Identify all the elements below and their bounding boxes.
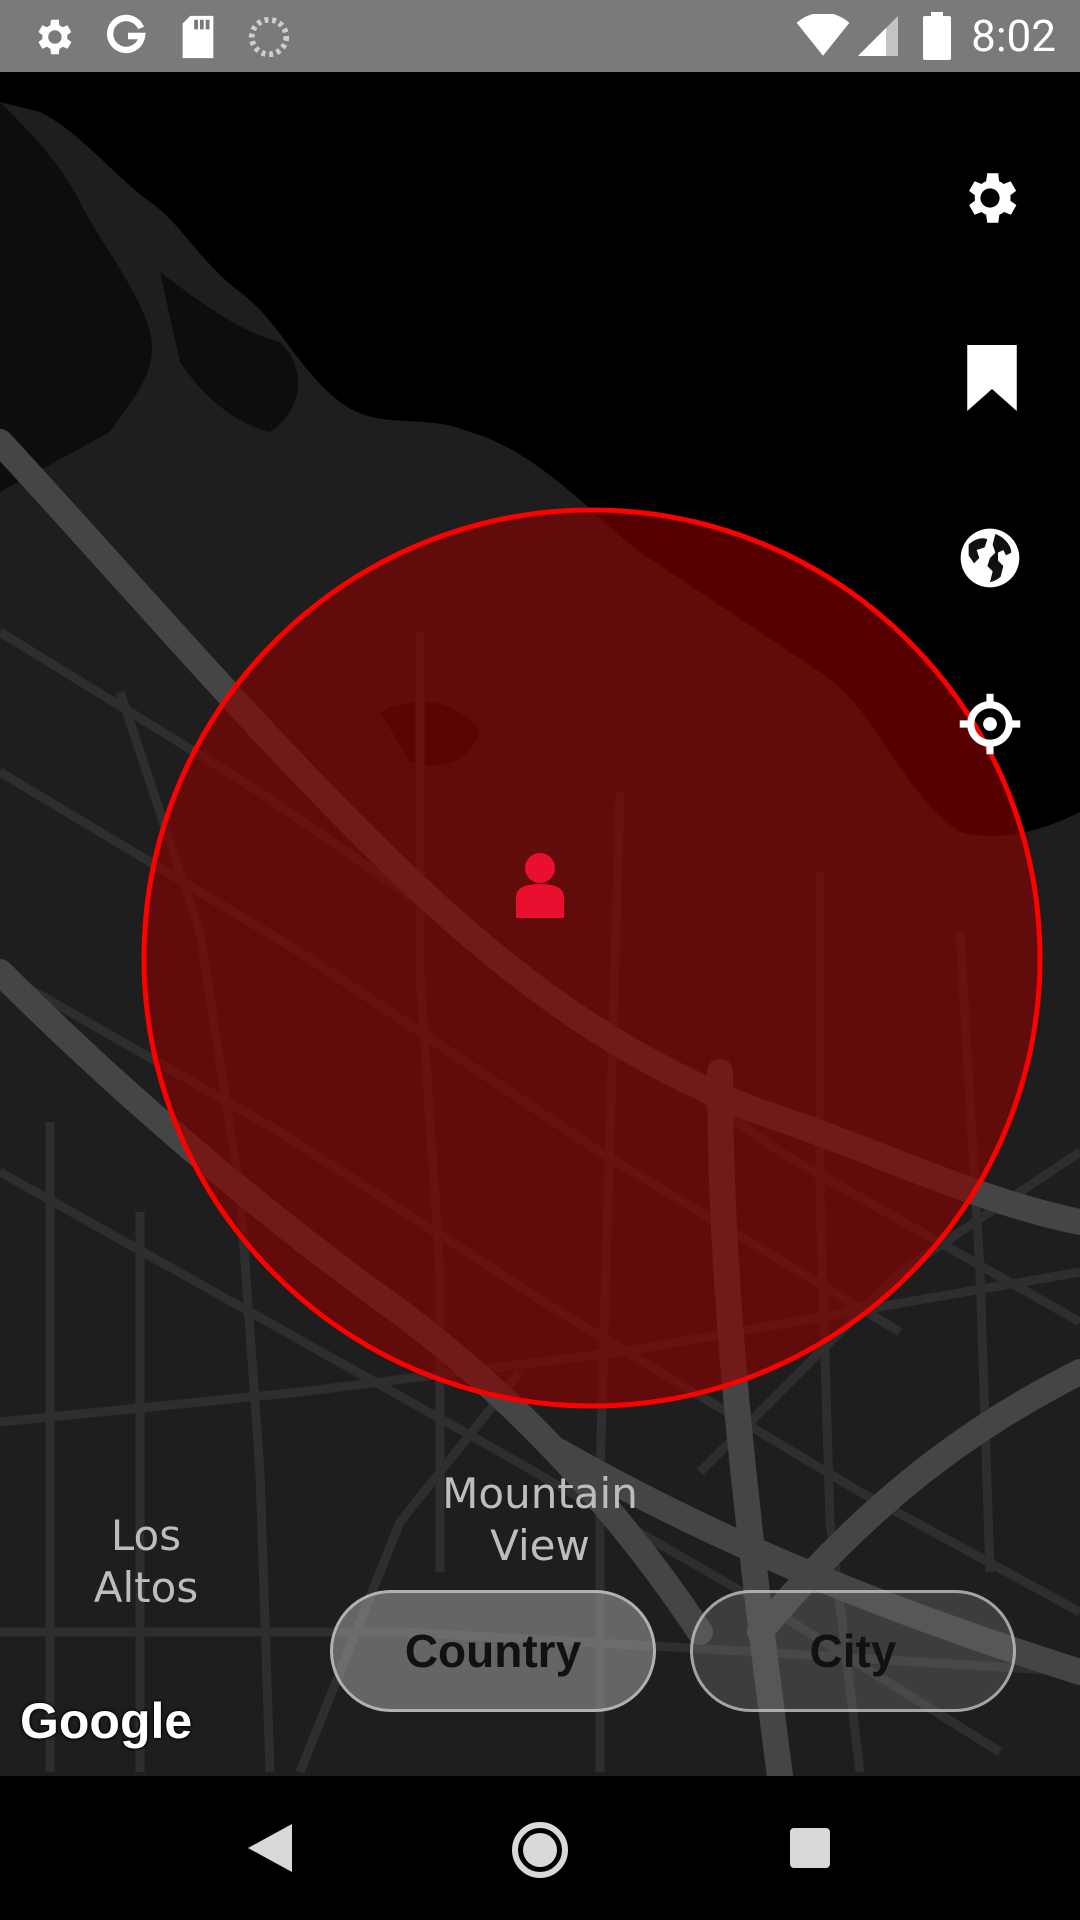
- crosshair-icon: [959, 693, 1021, 755]
- bookmark-icon: [967, 345, 1017, 411]
- sd-card-icon: [182, 15, 214, 59]
- google-icon: [106, 14, 146, 54]
- settings-icon: [38, 19, 72, 55]
- country-button[interactable]: Country: [330, 1590, 656, 1712]
- place-label-line: Mountain: [442, 1469, 638, 1518]
- gear-icon: [969, 173, 1017, 223]
- status-bar: 8:02: [0, 0, 1080, 72]
- signal-icon: [858, 16, 898, 56]
- clock: 8:02: [971, 10, 1056, 62]
- search-radius-circle: [141, 507, 1043, 1409]
- wifi-icon: [796, 14, 850, 56]
- place-label-mountain-view: Mountain View: [430, 1468, 650, 1572]
- home-icon[interactable]: [510, 1820, 570, 1880]
- back-icon[interactable]: [248, 1824, 292, 1872]
- bookmarks-button[interactable]: [952, 338, 1032, 418]
- google-attribution: Google: [20, 1693, 193, 1749]
- globe-icon: [960, 528, 1020, 588]
- place-label-los-altos: Los Altos: [93, 1511, 199, 1612]
- navigation-bar: [0, 1776, 1080, 1920]
- recents-icon[interactable]: [790, 1828, 830, 1868]
- my-location-button[interactable]: [950, 684, 1030, 764]
- city-button[interactable]: City: [690, 1590, 1016, 1712]
- loading-icon: [248, 16, 290, 58]
- map-view[interactable]: Los Altos Mountain View Country City Goo…: [0, 72, 1080, 1776]
- globe-button[interactable]: [950, 518, 1030, 598]
- place-label-line: View: [490, 1521, 590, 1570]
- settings-button[interactable]: [950, 158, 1030, 238]
- battery-icon: [923, 12, 951, 60]
- user-location-marker[interactable]: [512, 852, 568, 918]
